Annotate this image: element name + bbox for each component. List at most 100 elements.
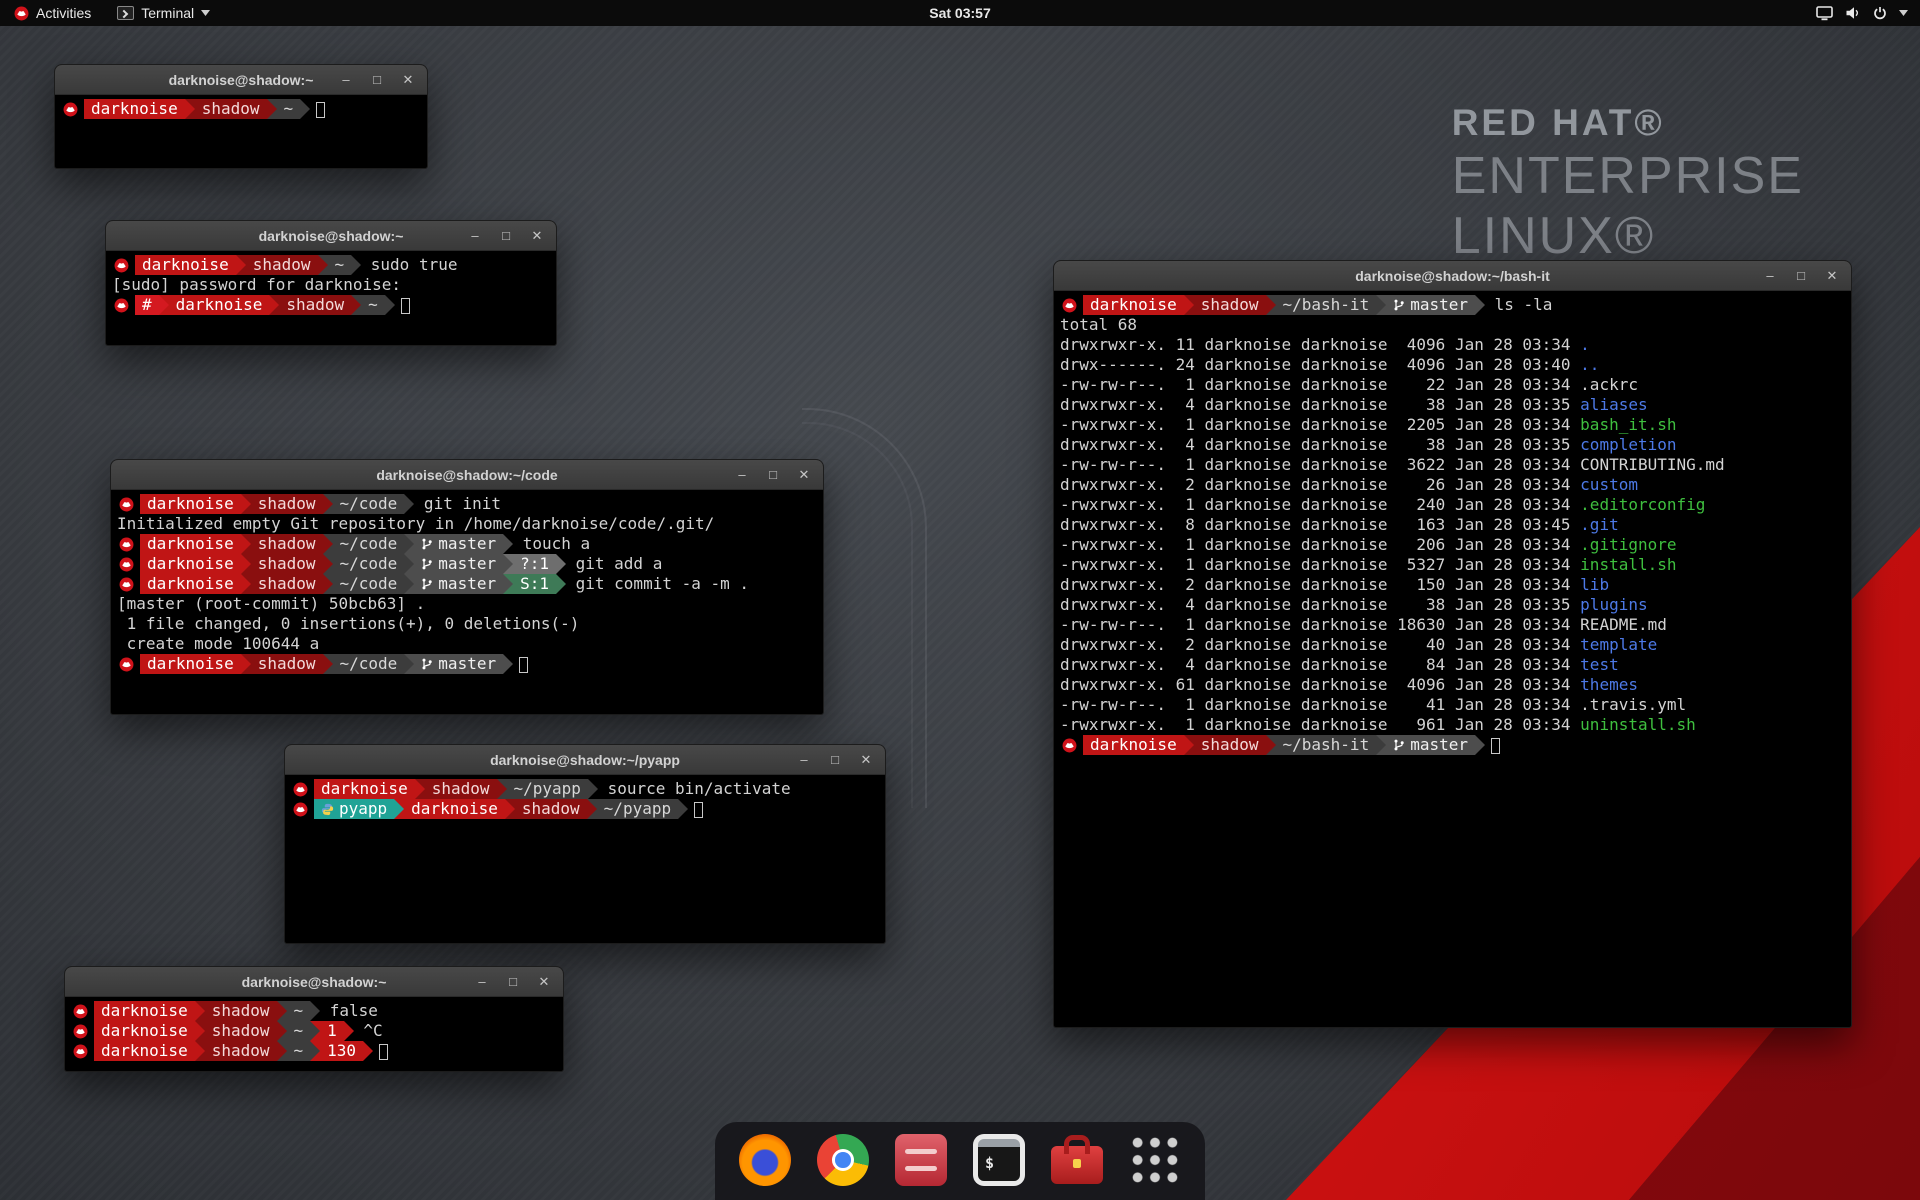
powerline-separator-icon [310,1001,320,1021]
terminal-body[interactable]: darknoiseshadow~/code git initInitialize… [111,490,823,678]
file-meta: drwx------. 24 darknoise darknoise 4096 … [1060,355,1580,374]
terminal-line: drwxrwxr-x. 8 darknoise darknoise 163 Ja… [1060,515,1845,535]
git-branch-icon [421,576,433,596]
terminal-line: -rw-rw-r--. 1 darknoise darknoise 41 Jan… [1060,695,1845,715]
terminal-body[interactable]: darknoiseshadow~/bash-itmaster ls -latot… [1054,291,1851,759]
maximize-button[interactable]: □ [828,752,842,767]
window-title: darknoise@shadow:~ [242,974,387,990]
file-name: themes [1580,675,1638,694]
close-button[interactable]: ✕ [1825,268,1839,284]
powerline-separator-icon [404,554,414,574]
redhat-icon [63,99,79,119]
terminal-body[interactable]: darknoiseshadow~/pyapp source bin/activa… [285,775,885,823]
file-name: CONTRIBUTING.md [1580,455,1725,474]
titlebar[interactable]: darknoise@shadow:~/pyapp – □ ✕ [285,745,885,775]
dock-software-icon[interactable] [1051,1146,1103,1184]
window-title: darknoise@shadow:~ [169,72,314,88]
titlebar[interactable]: darknoise@shadow:~ – □ ✕ [55,65,427,95]
dock-firefox-icon[interactable] [739,1134,791,1186]
file-name: . [1580,335,1590,354]
file-meta: -rw-rw-r--. 1 darknoise darknoise 3622 J… [1060,455,1580,474]
powerline-separator-icon [556,554,566,574]
terminal-body[interactable]: darknoiseshadow~ [55,95,427,123]
dock-app-grid-icon[interactable] [1129,1134,1181,1186]
minimize-button[interactable]: – [475,974,489,989]
terminal-line: darknoiseshadow~1 ^C [71,1021,557,1041]
redhat-icon [293,799,309,819]
git-branch-icon [1393,297,1405,317]
titlebar[interactable]: darknoise@shadow:~ – □ ✕ [65,967,563,997]
terminal-line: -rwxrwxr-x. 1 darknoise darknoise 961 Ja… [1060,715,1845,735]
minimize-button[interactable]: – [468,228,482,243]
powerline-separator-icon [503,534,513,554]
file-meta: -rwxrwxr-x. 1 darknoise darknoise 5327 J… [1060,555,1580,574]
prompt-segment-git: master [1386,735,1475,755]
powerline-separator-icon [318,255,328,275]
minimize-button[interactable]: – [797,752,811,767]
prompt-segment-host: shadow [246,255,318,275]
terminal-line: drwxrwxr-x. 2 darknoise darknoise 150 Ja… [1060,575,1845,595]
prompt-segment-git: master [414,574,503,594]
file-name: install.sh [1580,555,1676,574]
system-status-area[interactable] [1816,6,1920,21]
dock-terminal-icon[interactable] [973,1134,1025,1186]
rhel-logo: RED HAT® ENTERPRISE LINUX® [1452,102,1804,266]
terminal-line: drwxrwxr-x. 4 darknoise darknoise 38 Jan… [1060,395,1845,415]
maximize-button[interactable]: □ [766,467,780,482]
clock[interactable]: Sat 03:57 [929,5,990,21]
close-button[interactable]: ✕ [537,974,551,990]
maximize-button[interactable]: □ [499,228,513,243]
git-branch-icon [421,536,433,556]
prompt-segment-path: ~ [287,1041,311,1061]
powerline-separator-icon [323,494,333,514]
maximize-button[interactable]: □ [1794,268,1808,283]
titlebar[interactable]: darknoise@shadow:~ – □ ✕ [106,221,556,251]
prompt-segment-path: ~/bash-it [1276,735,1377,755]
prompt-segment-host: shadow [425,779,497,799]
close-button[interactable]: ✕ [797,467,811,483]
chevron-down-icon [1899,10,1908,16]
powerline-separator-icon [588,779,598,799]
powerline-separator-icon [394,799,404,819]
terminal-window: darknoise@shadow:~ – □ ✕ darknoiseshadow… [54,64,428,169]
terminal-body[interactable]: darknoiseshadow~ falsedarknoiseshadow~1 … [65,997,563,1065]
redhat-icon [119,574,135,594]
maximize-button[interactable]: □ [370,72,384,87]
prompt-segment-user: darknoise [84,99,185,119]
minimize-button[interactable]: – [735,467,749,482]
file-meta: -rwxrwxr-x. 1 darknoise darknoise 240 Ja… [1060,495,1580,514]
activities-button[interactable]: Activities [10,0,95,26]
close-button[interactable]: ✕ [401,72,415,88]
titlebar[interactable]: darknoise@shadow:~/bash-it – □ ✕ [1054,261,1851,291]
powerline-separator-icon [587,799,597,819]
powerline-separator-icon [404,654,414,674]
file-name: bash_it.sh [1580,415,1676,434]
file-meta: drwxrwxr-x. 61 darknoise darknoise 4096 … [1060,675,1580,694]
prompt-segment-user: darknoise [140,554,241,574]
maximize-button[interactable]: □ [506,974,520,989]
powerline-separator-icon [1184,295,1194,315]
redhat-icon [119,654,135,674]
terminal-line: pyappdarknoiseshadow~/pyapp [291,799,879,819]
prompt-segment-err: 130 [320,1041,363,1061]
powerline-separator-icon [404,494,414,514]
terminal-line: darknoiseshadow~ [61,99,421,119]
window-title: darknoise@shadow:~/pyapp [490,752,680,768]
titlebar[interactable]: darknoise@shadow:~/code – □ ✕ [111,460,823,490]
prompt-segment-user: darknoise [1083,295,1184,315]
close-button[interactable]: ✕ [859,752,873,768]
app-menu-terminal[interactable]: Terminal [113,0,214,26]
terminal-body[interactable]: darknoiseshadow~ sudo true[sudo] passwor… [106,251,556,319]
close-button[interactable]: ✕ [530,228,544,244]
file-meta: drwxrwxr-x. 4 darknoise darknoise 38 Jan… [1060,435,1580,454]
dock-files-icon[interactable] [895,1134,947,1186]
dock-chrome-icon[interactable] [817,1134,869,1186]
minimize-button[interactable]: – [1763,268,1777,283]
file-name: .travis.yml [1580,695,1686,714]
terminal-output-line: 1 file changed, 0 insertions(+), 0 delet… [117,614,817,634]
prompt-segment-host: shadow [515,799,587,819]
minimize-button[interactable]: – [339,72,353,87]
powerline-separator-icon [1266,295,1276,315]
git-branch-icon [421,556,433,576]
redhat-icon [73,1001,89,1021]
